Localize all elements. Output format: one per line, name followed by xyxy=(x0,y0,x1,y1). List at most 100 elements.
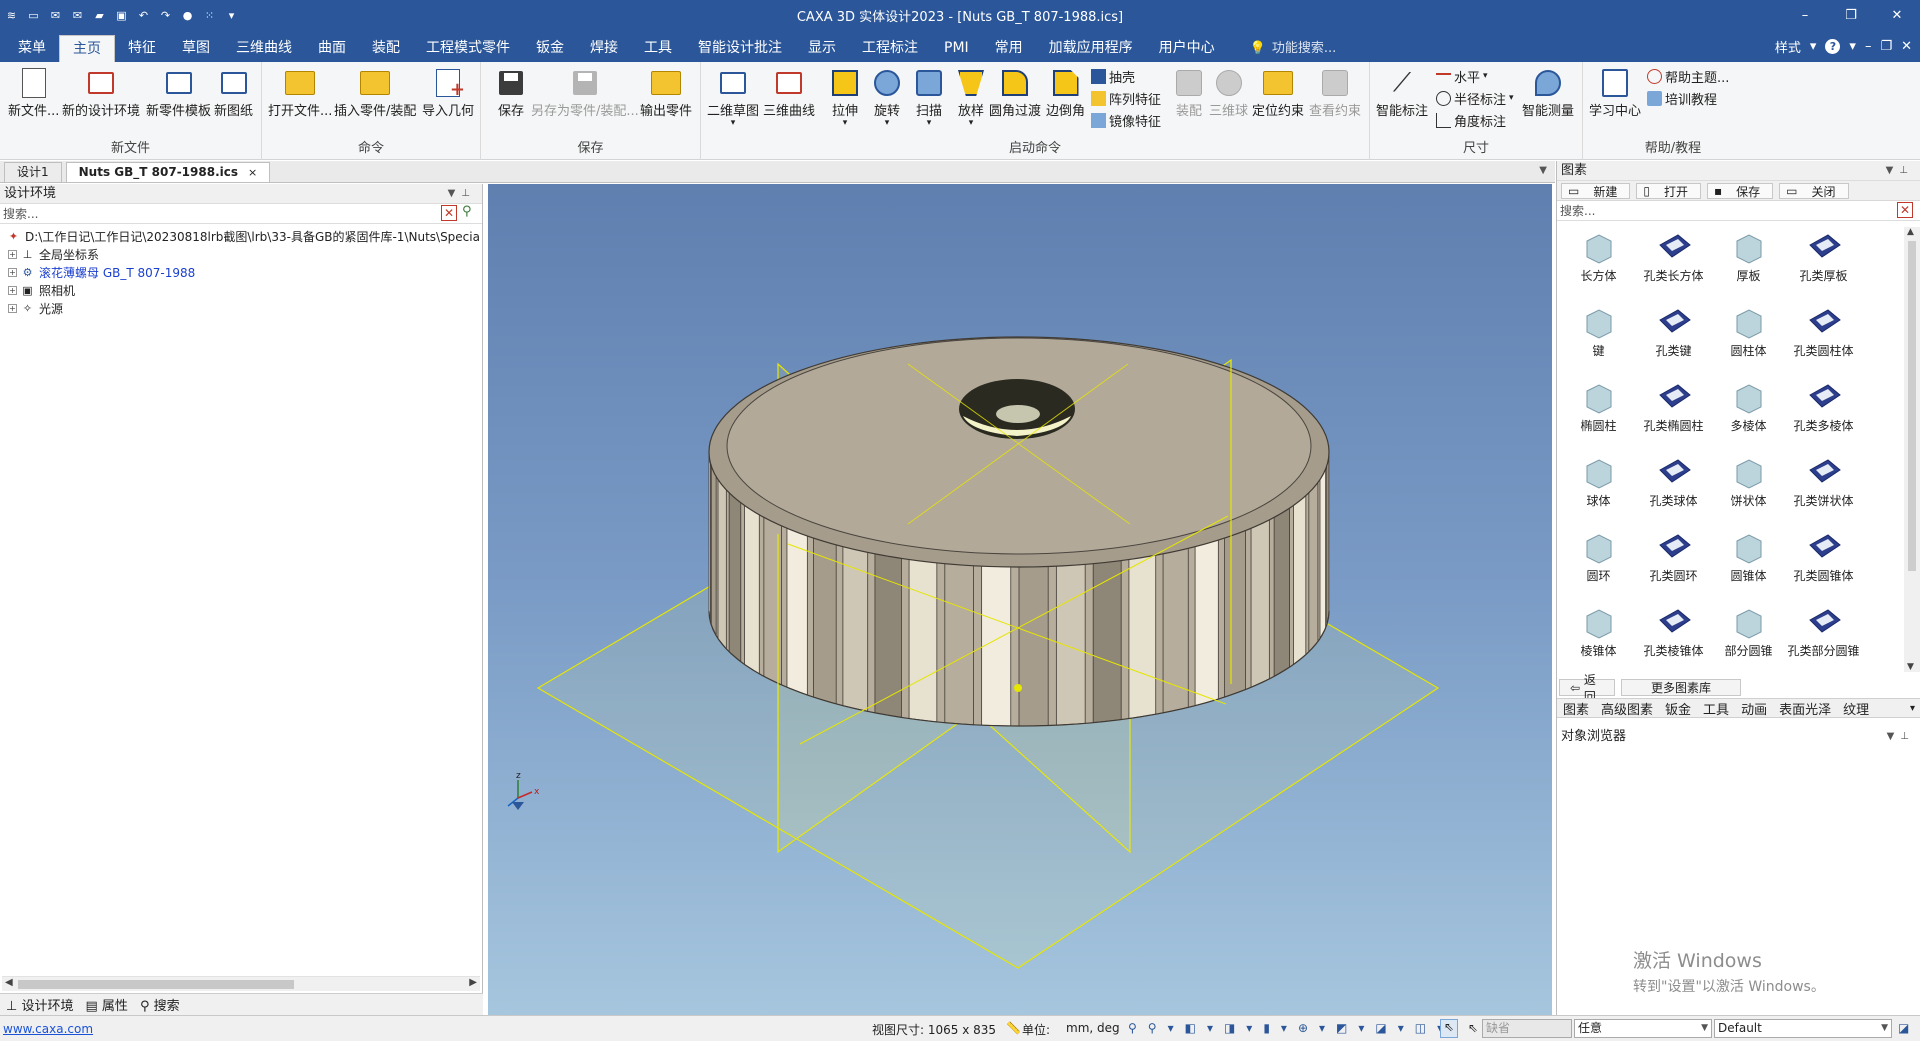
catalog-back-button[interactable]: ⇦ 返回 xyxy=(1559,673,1615,704)
catalog-tab-sheet-metal[interactable]: 钣金 xyxy=(1665,699,1691,718)
stop-icon[interactable]: ● xyxy=(180,8,195,23)
style-select[interactable]: Default ▼ xyxy=(1714,1019,1892,1038)
learning-center-button[interactable]: 学习中心 xyxy=(1589,66,1641,119)
anchor-point[interactable] xyxy=(1014,684,1022,692)
chamfer-button[interactable]: 边倒角 xyxy=(1046,66,1085,119)
shape-item[interactable]: 孔类厚板 xyxy=(1786,227,1861,302)
shape-item[interactable]: 圆环 xyxy=(1561,527,1636,602)
shape-item[interactable]: 孔类饼状体 xyxy=(1786,452,1861,527)
help-topics-button[interactable]: 帮助主题... xyxy=(1647,66,1729,86)
catalog-search-input[interactable] xyxy=(1557,201,1877,220)
shape-item[interactable]: 圆柱体 xyxy=(1711,302,1786,377)
loft-button[interactable]: 放样 ▾ xyxy=(953,66,989,128)
shape-item[interactable]: 部分圆锥 xyxy=(1711,602,1786,672)
catalog-scroll-thumb[interactable] xyxy=(1908,241,1916,571)
save-as-part-button[interactable]: 另存为零件/装配... xyxy=(531,66,639,119)
shell-button[interactable]: 抽壳 xyxy=(1091,66,1135,86)
website-link[interactable]: www.caxa.com xyxy=(3,1022,93,1036)
tree-item-camera[interactable]: + ▣ 照相机 xyxy=(0,281,482,299)
ball-3d-button[interactable]: 三维球 xyxy=(1209,66,1248,119)
shape-item[interactable]: 孔类椭圆柱 xyxy=(1636,377,1711,452)
selection-filter-select[interactable]: 任意 ▼ xyxy=(1574,1019,1712,1038)
left-horizontal-scrollbar[interactable]: ◀ ▶ xyxy=(2,976,480,991)
tab-assembly[interactable]: 装配 xyxy=(359,35,413,62)
shape-item[interactable]: 长方体 xyxy=(1561,227,1636,302)
catalog-new-button[interactable]: ▭ 新建 xyxy=(1561,183,1631,199)
shape-item[interactable]: 孔类多棱体 xyxy=(1786,377,1861,452)
training-button[interactable]: 培训教程 xyxy=(1647,88,1717,108)
tab-engineering-part[interactable]: 工程模式零件 xyxy=(413,35,523,62)
qat-dropdown-icon[interactable]: ▾ xyxy=(224,8,239,23)
restore-button[interactable]: ❐ xyxy=(1828,0,1874,30)
nut-top-face[interactable] xyxy=(726,337,1312,555)
shape-item[interactable]: 孔类圆环 xyxy=(1636,527,1711,602)
close-button[interactable]: ✕ xyxy=(1874,0,1920,30)
help-icon[interactable]: ? xyxy=(1825,38,1841,54)
select-pointer-icon[interactable]: ⇖ xyxy=(1440,1019,1459,1038)
tab-user-center[interactable]: 用户中心 xyxy=(1146,35,1228,62)
catalog-tabs-dropdown-icon[interactable]: ▾ xyxy=(1910,703,1915,714)
pointer-icon[interactable]: ⇖ xyxy=(1468,1021,1478,1035)
dropdown-icon[interactable]: ▼ xyxy=(1701,1020,1708,1037)
curve-3d-button[interactable]: 三维曲线 xyxy=(763,66,815,119)
save-button[interactable]: 保存 xyxy=(493,66,529,119)
position-constraint-button[interactable]: 定位约束 xyxy=(1252,66,1304,119)
scroll-up-icon[interactable]: ▲ xyxy=(1907,227,1914,237)
open-folder-icon[interactable]: ▰ xyxy=(92,8,107,23)
horizontal-dim-button[interactable]: 水平 ▾ xyxy=(1436,66,1488,86)
scroll-down-icon[interactable]: ▼ xyxy=(1907,662,1914,672)
insert-part-button[interactable]: 插入零件/装配 xyxy=(334,66,416,119)
expand-icon[interactable]: + xyxy=(8,303,17,313)
expand-icon[interactable]: + xyxy=(8,267,17,277)
revolve-dropdown-icon[interactable]: ▾ xyxy=(885,119,890,128)
catalog-close-button[interactable]: ▭ 关闭 xyxy=(1779,183,1849,199)
shape-item[interactable]: 孔类球体 xyxy=(1636,452,1711,527)
import-geometry-button[interactable]: + 导入几何 xyxy=(422,66,474,119)
mdi-close-icon[interactable]: ✕ xyxy=(1901,39,1912,54)
horizontal-dropdown-icon[interactable]: ▾ xyxy=(1483,71,1488,81)
scroll-left-icon[interactable]: ◀ xyxy=(5,977,13,988)
mdi-minimize-icon[interactable]: – xyxy=(1865,39,1872,54)
tab-home[interactable]: 主页 xyxy=(59,35,115,62)
tab-design-env[interactable]: ⊥ 设计环境 xyxy=(6,995,73,1014)
tab-pmi[interactable]: PMI xyxy=(931,35,982,62)
revolve-button[interactable]: 旋转 ▾ xyxy=(869,66,905,128)
catalog-tab-texture[interactable]: 纹理 xyxy=(1843,699,1869,718)
shape-item[interactable]: 多棱体 xyxy=(1711,377,1786,452)
style-menu[interactable]: 样式 xyxy=(1775,37,1801,56)
radius-dim-button[interactable]: 半径标注 ▾ xyxy=(1436,88,1514,108)
angle-dim-button[interactable]: 角度标注 xyxy=(1436,110,1506,130)
tab-common[interactable]: 常用 xyxy=(982,35,1036,62)
tab-load-app[interactable]: 加载应用程序 xyxy=(1036,35,1146,62)
shape-item[interactable]: 孔类棱锥体 xyxy=(1636,602,1711,672)
tab-sheet-metal[interactable]: 钣金 xyxy=(523,35,577,62)
view-constraint-button[interactable]: 查看约束 xyxy=(1309,66,1361,119)
catalog-tab-tools[interactable]: 工具 xyxy=(1703,699,1729,718)
scroll-thumb[interactable] xyxy=(18,980,294,989)
sketch-dropdown-icon[interactable]: ▾ xyxy=(731,119,736,128)
sweep-dropdown-icon[interactable]: ▾ xyxy=(927,119,932,128)
smart-measure-button[interactable]: 智能测量 xyxy=(1522,66,1574,119)
tab-smart-annotation[interactable]: 智能设计批注 xyxy=(685,35,795,62)
export-part-button[interactable]: 输出零件 xyxy=(640,66,692,119)
sketch-2d-button[interactable]: 二维草图 ▾ xyxy=(707,66,759,128)
save-icon[interactable]: ▣ xyxy=(114,8,129,23)
shape-item[interactable]: 棱锥体 xyxy=(1561,602,1636,672)
pin-icon[interactable]: ⊥ xyxy=(1900,731,1915,742)
tab-menu[interactable]: 菜单 xyxy=(5,35,59,62)
loft-dropdown-icon[interactable]: ▾ xyxy=(969,119,974,128)
extrude-button[interactable]: 拉伸 ▾ xyxy=(827,66,863,128)
mail-icon[interactable]: ✉ xyxy=(70,8,85,23)
feature-search[interactable]: 💡 功能搜索... xyxy=(1250,35,1337,62)
catalog-open-button[interactable]: ▯ 打开 xyxy=(1636,183,1701,199)
tab-display[interactable]: 显示 xyxy=(795,35,849,62)
tab-surface[interactable]: 曲面 xyxy=(305,35,359,62)
tab-search[interactable]: ⚲ 搜索 xyxy=(140,995,180,1014)
tab-3d-curve[interactable]: 三维曲线 xyxy=(223,35,305,62)
fillet-button[interactable]: 圆角过渡 xyxy=(989,66,1041,119)
undo-icon[interactable]: ↶ xyxy=(136,8,151,23)
new-drawing-button[interactable]: 新图纸 xyxy=(214,66,253,119)
redo-icon[interactable]: ↷ xyxy=(158,8,173,23)
shape-item[interactable]: 键 xyxy=(1561,302,1636,377)
shape-item[interactable]: 饼状体 xyxy=(1711,452,1786,527)
